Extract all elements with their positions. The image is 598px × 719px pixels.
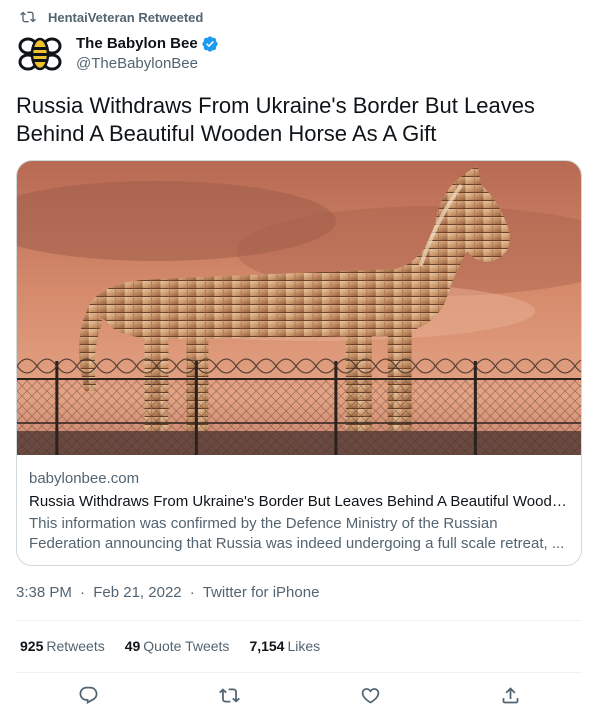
tweet-meta: 3:38 PM · Feb 21, 2022 · Twitter for iPh… bbox=[16, 583, 319, 603]
tweet-source[interactable]: Twitter for iPhone bbox=[203, 584, 320, 601]
verified-badge-icon bbox=[202, 36, 218, 52]
author-display-name[interactable]: The Babylon Bee bbox=[76, 34, 219, 54]
meta-separator: · bbox=[189, 584, 195, 601]
bee-logo-icon bbox=[18, 37, 62, 71]
quote-tweets-label: Quote Tweets bbox=[143, 638, 230, 654]
author-handle[interactable]: @TheBabylonBee bbox=[76, 54, 219, 74]
action-bar bbox=[0, 682, 598, 712]
link-card[interactable]: babylonbee.com Russia Withdraws From Ukr… bbox=[16, 160, 582, 566]
reply-icon bbox=[79, 686, 97, 704]
divider bbox=[16, 672, 582, 673]
retweeted-by-text: HentaiVeteran Retweeted bbox=[48, 9, 204, 25]
tweet-text: Russia Withdraws From Ukraine's Border B… bbox=[16, 93, 535, 146]
tweet-author[interactable]: The Babylon Bee @TheBabylonBee bbox=[16, 30, 219, 78]
avatar[interactable] bbox=[16, 30, 64, 78]
retweet-icon bbox=[218, 687, 240, 703]
likes-stat[interactable]: 7,154 Likes bbox=[249, 636, 320, 656]
tweet-date[interactable]: Feb 21, 2022 bbox=[93, 584, 181, 601]
like-button[interactable] bbox=[357, 682, 383, 708]
likes-label: Likes bbox=[287, 638, 321, 654]
reply-button[interactable] bbox=[75, 682, 101, 708]
retweeted-by[interactable]: HentaiVeteran Retweeted bbox=[20, 8, 203, 26]
divider bbox=[16, 620, 582, 621]
retweet-button[interactable] bbox=[216, 682, 242, 708]
retweets-stat[interactable]: 925 Retweets bbox=[20, 636, 105, 656]
card-domain: babylonbee.com bbox=[29, 470, 140, 487]
share-icon bbox=[502, 686, 518, 703]
quote-tweets-stat[interactable]: 49 Quote Tweets bbox=[125, 636, 230, 656]
card-title: Russia Withdraws From Ukraine's Border B… bbox=[29, 493, 569, 510]
tweet-stats: 925 Retweets 49 Quote Tweets 7,154 Likes bbox=[20, 636, 340, 656]
likes-count: 7,154 bbox=[249, 638, 285, 654]
retweets-label: Retweets bbox=[46, 638, 105, 654]
tweet-time[interactable]: 3:38 PM bbox=[16, 584, 72, 601]
quote-tweets-count: 49 bbox=[124, 638, 141, 654]
like-icon bbox=[361, 687, 379, 704]
card-description: This information was confirmed by the De… bbox=[29, 515, 565, 552]
retweet-icon bbox=[20, 11, 36, 23]
share-button[interactable] bbox=[497, 682, 523, 708]
retweets-count: 925 bbox=[20, 638, 44, 654]
meta-separator: · bbox=[80, 584, 86, 601]
author-name: The Babylon Bee bbox=[76, 35, 198, 52]
card-image[interactable] bbox=[17, 161, 581, 455]
